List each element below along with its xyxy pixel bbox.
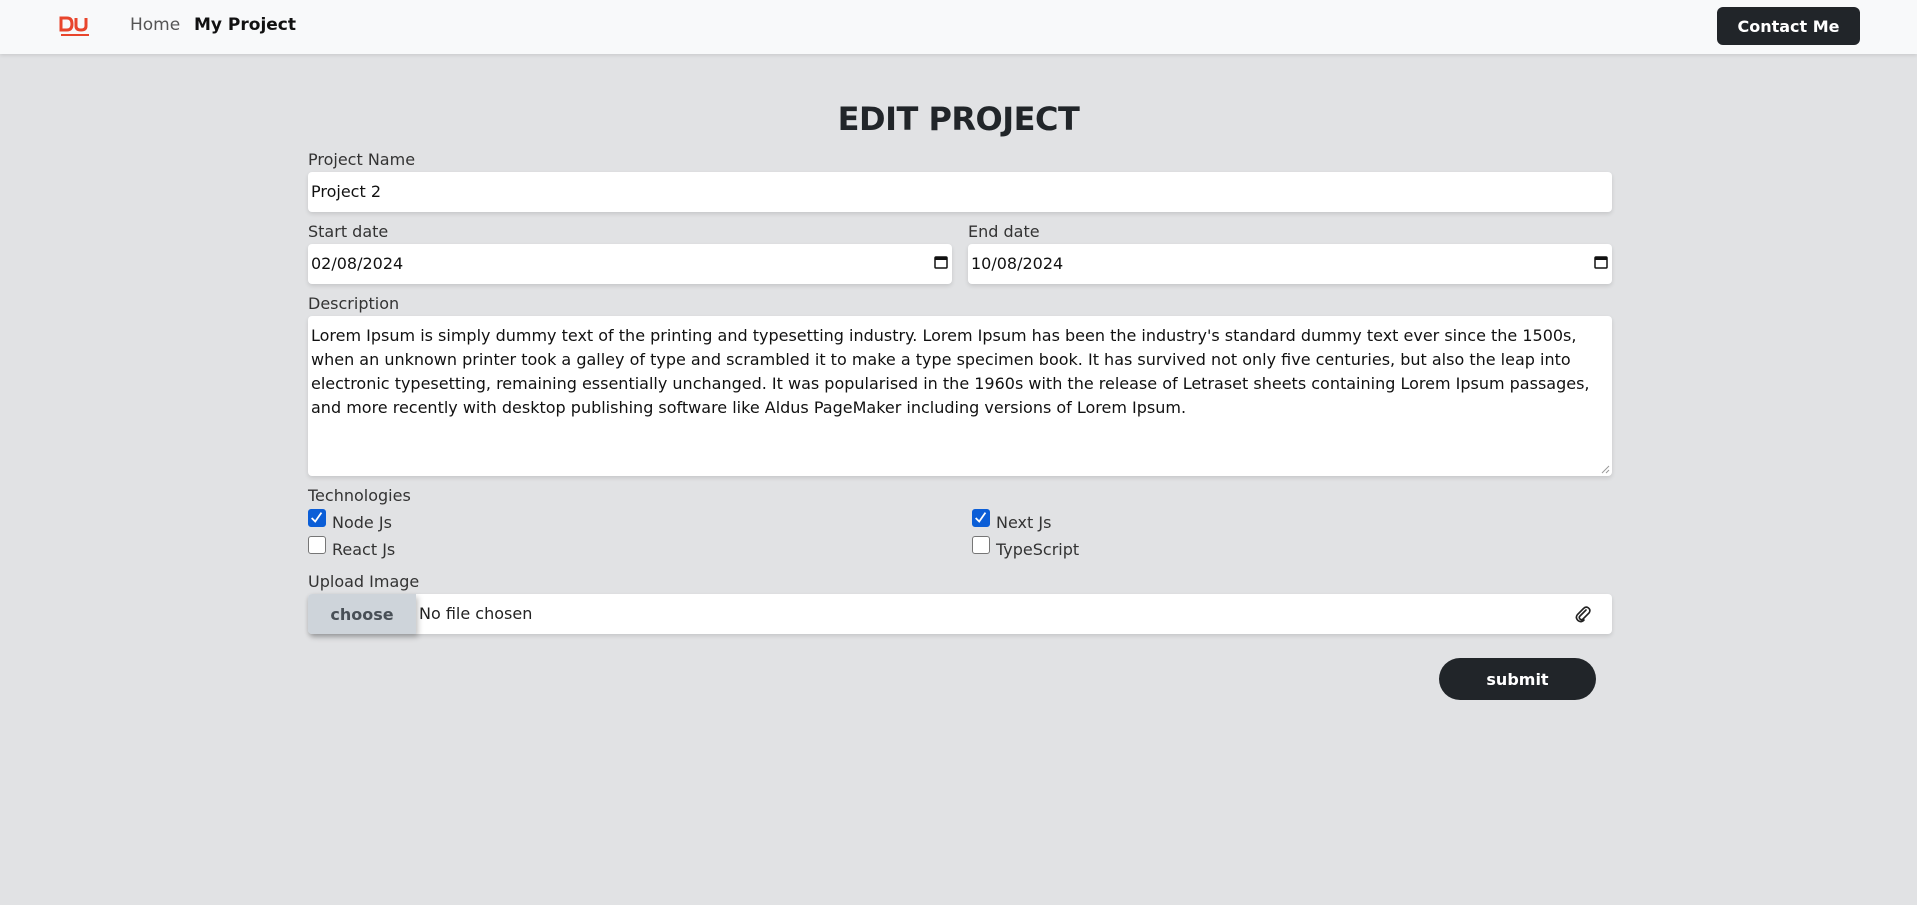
checkbox-react-js-label: React Js (332, 540, 396, 559)
logo-icon[interactable] (59, 16, 91, 38)
resize-grip-icon[interactable] (1601, 465, 1610, 474)
check-icon (975, 512, 987, 523)
calendar-icon[interactable] (1594, 255, 1608, 269)
end-date-input[interactable]: 10/08/2024 (968, 244, 1612, 284)
checkbox-typescript[interactable] (972, 536, 990, 554)
paperclip-icon[interactable] (1575, 605, 1591, 623)
end-date-value: 10/08/2024 (971, 254, 1064, 273)
checkbox-typescript-label: TypeScript (996, 540, 1080, 559)
navbar: Home My Project Contact Me (0, 0, 1917, 54)
checkbox-next-js[interactable] (972, 509, 990, 527)
contact-me-button[interactable]: Contact Me (1717, 7, 1860, 45)
checkbox-node-js-label: Node Js (332, 513, 392, 532)
start-date-label: Start date (308, 222, 389, 241)
end-date-label: End date (968, 222, 1040, 241)
submit-button[interactable]: submit (1439, 658, 1596, 700)
page-title: EDIT PROJECT (837, 100, 1080, 138)
checkbox-next-js-label: Next Js (996, 513, 1052, 532)
nav-my-project-link[interactable]: My Project (194, 15, 296, 35)
description-textarea[interactable]: Lorem Ipsum is simply dummy text of the … (308, 316, 1612, 476)
upload-image-label: Upload Image (308, 572, 420, 591)
project-name-input[interactable]: Project 2 (308, 172, 1612, 212)
start-date-value: 02/08/2024 (311, 254, 404, 273)
description-label: Description (308, 294, 400, 313)
technologies-label: Technologies (308, 486, 411, 505)
nav-home-link[interactable]: Home (130, 15, 180, 35)
check-icon (311, 512, 323, 523)
project-name-value: Project 2 (311, 182, 382, 201)
checkbox-node-js[interactable] (308, 509, 326, 527)
calendar-icon[interactable] (934, 255, 948, 269)
checkbox-react-js[interactable] (308, 536, 326, 554)
project-name-label: Project Name (308, 150, 416, 169)
no-file-chosen-text: No file chosen (419, 604, 533, 623)
upload-image-input[interactable]: choose No file chosen (308, 594, 1612, 634)
description-value: Lorem Ipsum is simply dummy text of the … (311, 326, 1590, 417)
choose-file-button[interactable]: choose (308, 594, 416, 634)
start-date-input[interactable]: 02/08/2024 (308, 244, 952, 284)
